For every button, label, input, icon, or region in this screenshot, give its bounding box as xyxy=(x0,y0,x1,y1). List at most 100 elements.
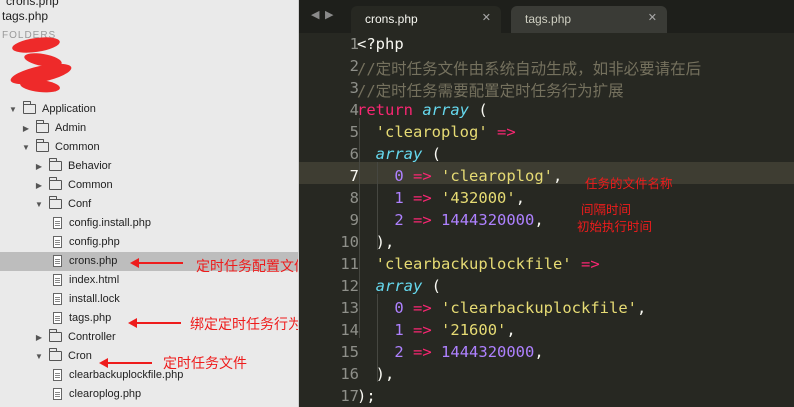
open-file-tags[interactable]: tags.php xyxy=(2,9,48,23)
annotation-tags-binding: 绑定定时任务行为到app_end标签上 xyxy=(190,317,298,333)
code-line[interactable]: ), xyxy=(357,365,395,383)
tree-item-label: Behavior xyxy=(68,160,112,172)
folder-icon xyxy=(49,196,62,209)
tree-item-label: Cron xyxy=(68,350,92,362)
line-number: 5 xyxy=(349,123,359,141)
tree-item-label: Controller xyxy=(68,331,116,343)
code-line[interactable]: 2 => 1444320000, xyxy=(357,343,543,361)
code-editor[interactable]: 1 2 3 4 5 6 7 8 9 10 11 12 13 14 15 16 17 <?php//定时任务文件由… xyxy=(299,33,794,407)
file-icon xyxy=(53,293,62,305)
folder-icon xyxy=(49,348,62,361)
tree-file[interactable]: install.lock xyxy=(0,290,298,309)
open-file-crons[interactable]: crons.php xyxy=(6,0,59,8)
close-icon[interactable]: ✕ xyxy=(482,11,491,24)
code-line[interactable]: ); xyxy=(357,387,376,405)
code-line[interactable]: 2 => 1444320000, xyxy=(357,211,543,229)
tree-item-label: install.lock xyxy=(69,293,120,305)
disclosure-expanded-icon[interactable]: ▼ xyxy=(21,138,31,157)
line-number: 2 xyxy=(349,57,359,75)
code-line[interactable]: return array ( xyxy=(357,101,488,119)
tree-folder[interactable]: ▼ Application xyxy=(0,100,298,119)
line-number: 11 xyxy=(340,255,359,273)
code-line[interactable]: 0 => 'clearoplog', xyxy=(357,167,562,185)
code-line[interactable]: //定时任务需要配置定时任务行为扩展 xyxy=(357,79,624,101)
tree-item-label: tags.php xyxy=(69,312,112,324)
annotation-arrow xyxy=(130,258,183,268)
tree-item-label: Application xyxy=(42,103,96,115)
tree-item-label: config.php xyxy=(69,236,120,248)
tree-folder[interactable]: ▶ Admin xyxy=(0,119,298,138)
line-number: 13 xyxy=(340,299,359,317)
folder-icon xyxy=(36,120,49,133)
file-icon xyxy=(53,255,62,267)
disclosure-collapsed-icon[interactable]: ▶ xyxy=(34,328,44,347)
tree-item-label: crons.php xyxy=(69,255,118,267)
annotation-arrow xyxy=(99,358,152,368)
tree-folder[interactable]: ▶ Common xyxy=(0,176,298,195)
folder-icon xyxy=(49,329,62,342)
tree-item-label: Admin xyxy=(55,122,87,134)
line-number: 4 xyxy=(349,101,359,119)
tab-label: tags.php xyxy=(525,12,572,26)
code-line[interactable]: //定时任务文件由系统自动生成，如非必要请在后 xyxy=(357,57,701,79)
tab-bar: ◀ ▶ crons.php ✕ tags.php ✕ xyxy=(299,0,794,33)
sidebar: crons.php tags.php FOLDERS ▼ Application ▶… xyxy=(0,0,299,407)
tree-file[interactable]: config.php xyxy=(0,233,298,252)
disclosure-collapsed-icon[interactable]: ▶ xyxy=(34,157,44,176)
disclosure-collapsed-icon[interactable]: ▶ xyxy=(21,119,31,138)
line-number: 3 xyxy=(349,79,359,97)
file-icon xyxy=(53,236,62,248)
file-icon xyxy=(53,274,62,286)
code-line[interactable]: 0 => 'clearbackuplockfile', xyxy=(357,299,646,317)
tree-file[interactable]: config.install.php xyxy=(0,214,298,233)
file-icon xyxy=(53,388,62,400)
folder-icon xyxy=(49,158,62,171)
line-number: 9 xyxy=(349,211,359,229)
tree-folder[interactable]: ▶ Behavior xyxy=(0,157,298,176)
code-line[interactable]: 'clearoplog' => xyxy=(357,123,516,141)
code-line[interactable]: 1 => '432000', xyxy=(357,189,525,207)
tree-folder[interactable]: ▼ Common xyxy=(0,138,298,157)
close-icon[interactable]: ✕ xyxy=(648,11,657,24)
code-line[interactable]: 'clearbackuplockfile' => xyxy=(357,255,600,273)
folder-icon xyxy=(49,177,62,190)
annotation-file-name: 任务的文件名称 xyxy=(585,176,673,191)
tab-tags[interactable]: tags.php ✕ xyxy=(511,6,667,33)
code-line[interactable]: array ( xyxy=(357,277,441,295)
line-number: 6 xyxy=(349,145,359,163)
tree-folder[interactable]: ▼ Conf xyxy=(0,195,298,214)
folder-icon xyxy=(36,139,49,152)
line-number: 15 xyxy=(340,343,359,361)
code-line[interactable]: <?php xyxy=(357,35,404,53)
line-number: 14 xyxy=(340,321,359,339)
line-number: 1 xyxy=(349,35,359,53)
disclosure-expanded-icon[interactable]: ▼ xyxy=(8,100,18,119)
tree-item-label: Common xyxy=(55,141,100,153)
tree-file[interactable]: clearoplog.php xyxy=(0,385,298,404)
redaction-scribble xyxy=(19,77,61,95)
code-line[interactable]: 1 => '21600', xyxy=(357,321,515,339)
line-number: 8 xyxy=(349,189,359,207)
file-icon xyxy=(53,312,62,324)
code-line[interactable]: array ( xyxy=(357,145,441,163)
annotation-arrow xyxy=(128,318,181,328)
file-icon xyxy=(53,369,62,381)
tree-file[interactable]: clearbackuplockfile.php xyxy=(0,366,298,385)
disclosure-collapsed-icon[interactable]: ▶ xyxy=(34,176,44,195)
disclosure-expanded-icon[interactable]: ▼ xyxy=(34,195,44,214)
folder-icon xyxy=(23,101,36,114)
tab-label: crons.php xyxy=(365,12,418,26)
code-line[interactable]: ), xyxy=(357,233,395,251)
annotation-crons-config: 定时任务配置文件 xyxy=(196,259,299,275)
tab-crons[interactable]: crons.php ✕ xyxy=(351,6,501,33)
chevron-right-icon[interactable]: ▶ xyxy=(325,8,333,21)
annotation-cron-folder: 定时任务文件 xyxy=(163,356,247,372)
line-number: 7 xyxy=(349,167,359,185)
disclosure-expanded-icon[interactable]: ▼ xyxy=(34,347,44,366)
tree-item-label: index.html xyxy=(69,274,120,286)
tree-item-label: Common xyxy=(68,179,113,191)
annotation-start-time: 初始执行时间 xyxy=(577,219,653,234)
line-number: 16 xyxy=(340,365,359,383)
line-number: 17 xyxy=(340,387,359,405)
chevron-left-icon[interactable]: ◀ xyxy=(311,8,319,21)
